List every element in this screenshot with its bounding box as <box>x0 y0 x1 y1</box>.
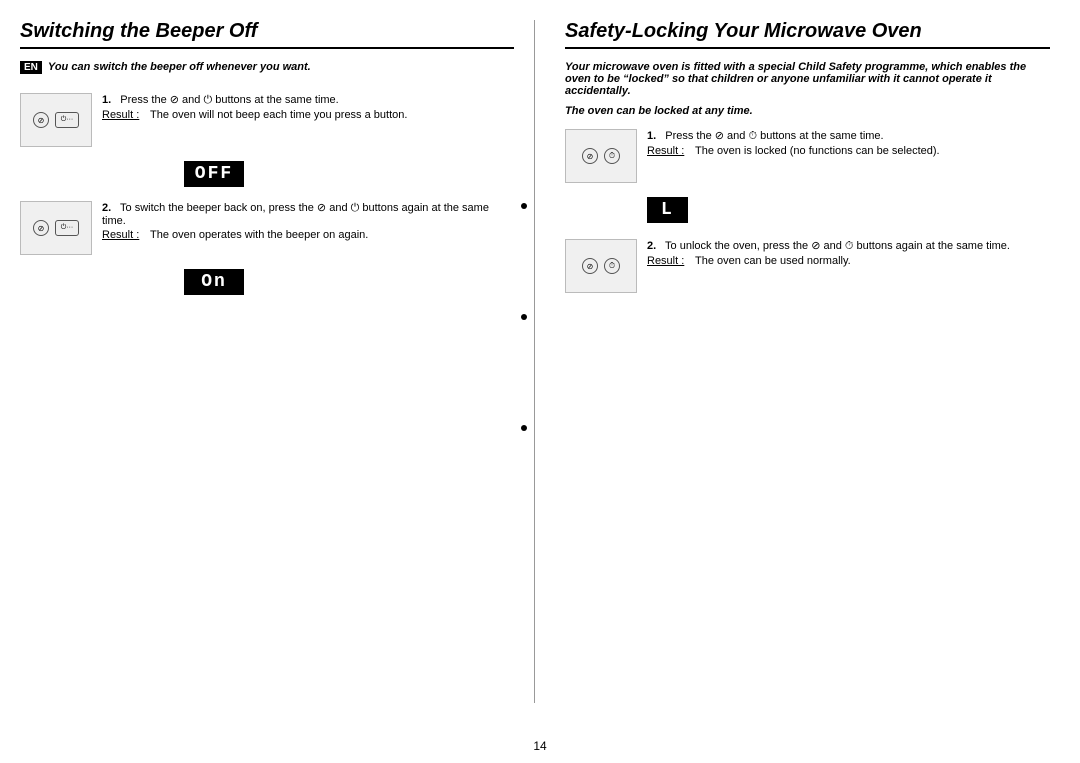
page-footer: 14 <box>0 733 1080 763</box>
display-off: OFF <box>102 157 514 191</box>
right-step2-text: 2. To unlock the oven, press the ⊘ and ⏱… <box>647 239 1050 253</box>
oven-image-2: ⊘ ⏻··· <box>20 201 92 255</box>
left-step1-result: Result : The oven will not beep each tim… <box>102 109 514 121</box>
page: Switching the Beeper Off EN You can swit… <box>0 0 1080 733</box>
en-badge: EN <box>20 61 42 74</box>
dot-2 <box>521 314 527 320</box>
left-step1: ⊘ ⏻··· 1. Press the ⊘ and ⏻ buttons at t… <box>20 93 514 147</box>
right-step2-result: Result : The oven can be used normally. <box>647 255 1050 267</box>
right-section: Safety-Locking Your Microwave Oven Your … <box>535 20 1050 703</box>
display-on: On <box>102 265 514 299</box>
left-section: Switching the Beeper Off EN You can swit… <box>20 20 535 703</box>
timer-btn-img: ⏱ <box>604 148 620 164</box>
right-step1: ⊘ ⏱ 1. Press the ⊘ and ⏱ buttons at the … <box>565 129 1050 183</box>
right-title: Safety-Locking Your Microwave Oven <box>565 20 1050 49</box>
left-step1-content: 1. Press the ⊘ and ⏻ buttons at the same… <box>102 93 514 121</box>
mute-btn-img2: ⊘ <box>33 220 49 236</box>
right-step2-content: 2. To unlock the oven, press the ⊘ and ⏱… <box>647 239 1050 267</box>
mute-btn-img: ⊘ <box>33 112 49 128</box>
left-step2-result: Result : The oven operates with the beep… <box>102 229 514 241</box>
power-btn-img: ⏻··· <box>55 112 79 128</box>
power-btn-img2: ⏻··· <box>55 220 79 236</box>
left-intro: You can switch the beeper off whenever y… <box>48 61 311 73</box>
right-subtitle: The oven can be locked at any time. <box>565 105 1050 117</box>
left-title: Switching the Beeper Off <box>20 20 514 49</box>
right-intro: Your microwave oven is fitted with a spe… <box>565 61 1050 97</box>
right-step1-content: 1. Press the ⊘ and ⏱ buttons at the same… <box>647 129 1050 157</box>
dot-1 <box>521 203 527 209</box>
left-step2-text: 2. To switch the beeper back on, press t… <box>102 201 514 227</box>
page-number: 14 <box>533 739 546 753</box>
left-step2-content: 2. To switch the beeper back on, press t… <box>102 201 514 241</box>
right-step1-text: 1. Press the ⊘ and ⏱ buttons at the same… <box>647 129 1050 143</box>
left-step1-text: 1. Press the ⊘ and ⏻ buttons at the same… <box>102 93 514 107</box>
right-step2: ⊘ ⏱ 2. To unlock the oven, press the ⊘ a… <box>565 239 1050 293</box>
mute-btn-img4: ⊘ <box>582 258 598 274</box>
dot-3 <box>521 425 527 431</box>
right-step1-result: Result : The oven is locked (no function… <box>647 145 1050 157</box>
display-lock: L <box>647 193 1050 227</box>
mute-btn-img3: ⊘ <box>582 148 598 164</box>
bullet-dots <box>521 20 527 703</box>
oven-image-4: ⊘ ⏱ <box>565 239 637 293</box>
oven-image-3: ⊘ ⏱ <box>565 129 637 183</box>
oven-image-1: ⊘ ⏻··· <box>20 93 92 147</box>
timer-btn-img2: ⏱ <box>604 258 620 274</box>
left-step2: ⊘ ⏻··· 2. To switch the beeper back on, … <box>20 201 514 255</box>
